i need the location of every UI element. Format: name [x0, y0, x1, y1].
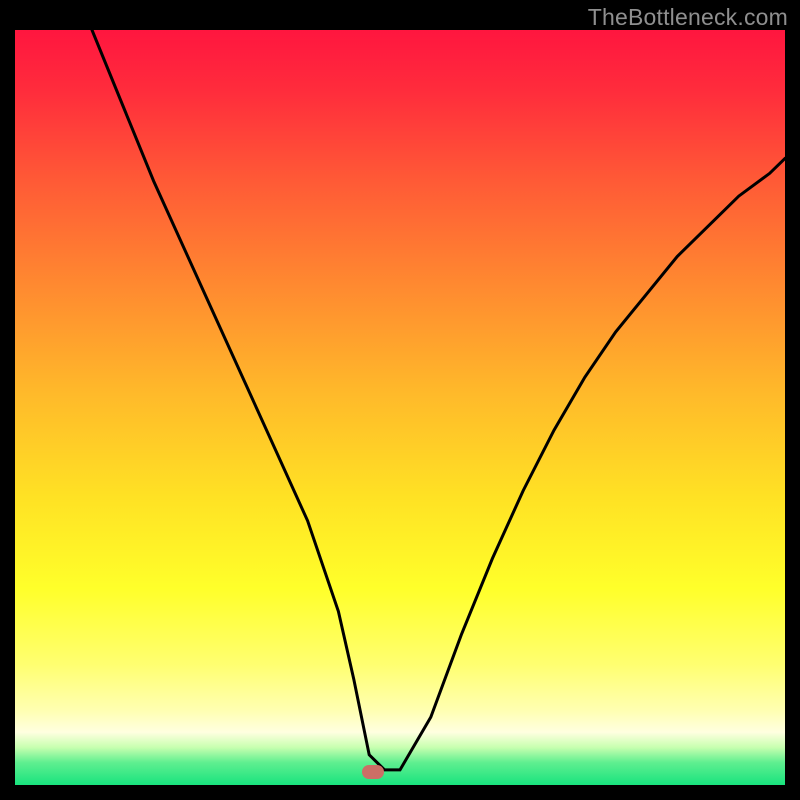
min-marker [362, 765, 384, 779]
plot-area [15, 30, 785, 785]
bottleneck-curve [92, 30, 785, 770]
watermark-text: TheBottleneck.com [588, 4, 788, 31]
chart-frame: TheBottleneck.com [0, 0, 800, 800]
curve-svg [15, 30, 785, 785]
